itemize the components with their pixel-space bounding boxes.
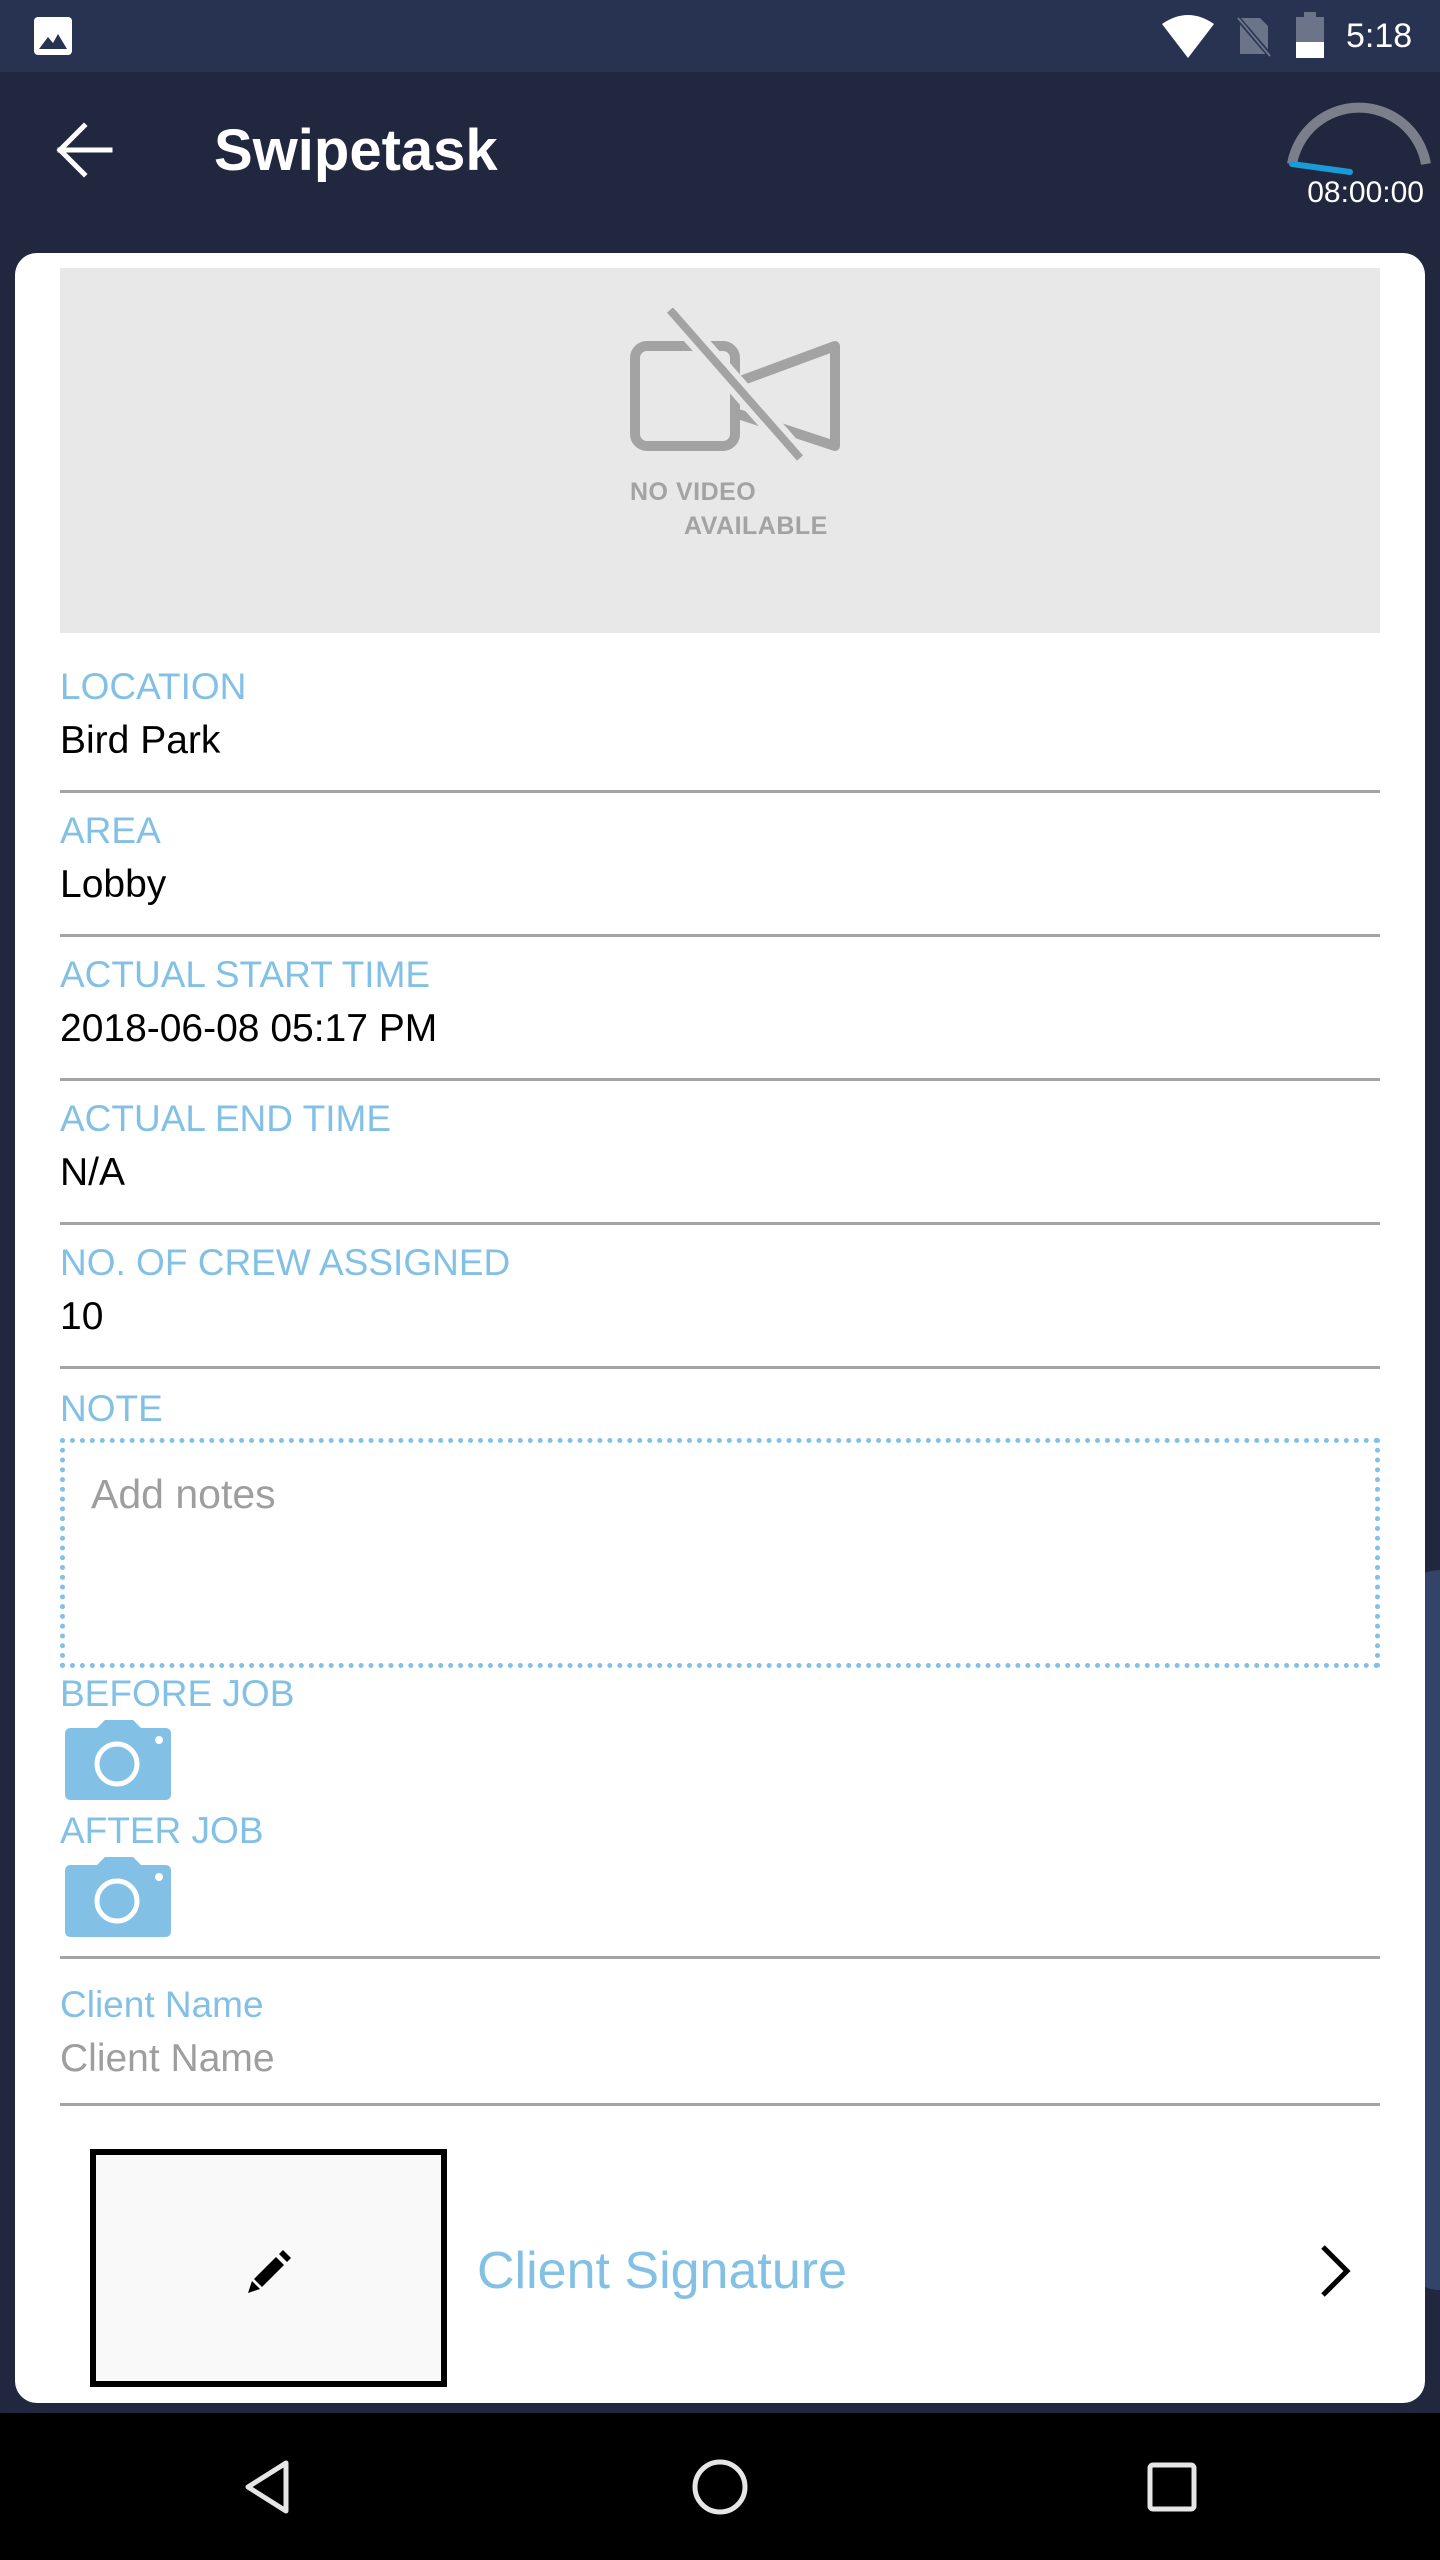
divider	[60, 934, 1380, 937]
divider	[60, 1956, 1380, 1959]
arrow-left-icon	[56, 122, 113, 178]
client-signature-row[interactable]: Client Signature	[15, 2133, 1425, 2403]
field-area: AREA Lobby	[60, 809, 1380, 937]
divider	[60, 1078, 1380, 1081]
nav-home-button[interactable]	[660, 2413, 780, 2560]
timer-readout: 08:00:00	[1307, 176, 1424, 209]
divider	[60, 790, 1380, 793]
no-sim-icon	[1236, 14, 1272, 58]
field-value: 2018-06-08 05:17 PM	[60, 1007, 438, 1050]
gallery-icon	[34, 17, 72, 55]
note-box	[60, 1438, 1380, 1668]
field-label: AREA	[60, 810, 161, 851]
nav-back-icon	[245, 2460, 289, 2514]
chevron-right-icon	[1321, 2245, 1351, 2297]
field-location: LOCATION Bird Park	[60, 665, 1380, 793]
task-detail-card: NO VIDEO AVAILABLE LOCATION Bird Park AR…	[15, 253, 1425, 2403]
divider	[60, 2103, 1380, 2106]
field-crew-assigned: NO. OF CREW ASSIGNED 10	[60, 1241, 1380, 1369]
pencil-icon	[248, 2250, 291, 2293]
client-name-input[interactable]: Client Name	[60, 2035, 1380, 2083]
field-label: LOCATION	[60, 666, 247, 707]
divider	[60, 1222, 1380, 1225]
field-client-name: Client Name Client Name	[60, 1983, 1380, 2106]
before-job-camera-button[interactable]	[65, 1720, 173, 1800]
field-value: 10	[60, 1295, 104, 1338]
field-label: Client Name	[60, 1984, 264, 2025]
field-value: Bird Park	[60, 719, 221, 762]
battery-icon	[1296, 12, 1324, 58]
video-player[interactable]: NO VIDEO AVAILABLE	[60, 268, 1380, 633]
after-job-label: AFTER JOB	[60, 1810, 264, 1851]
notes-input[interactable]	[91, 1471, 1349, 1635]
field-value: Lobby	[60, 863, 167, 906]
field-value: N/A	[60, 1151, 126, 1194]
divider	[60, 1366, 1380, 1369]
field-actual-end-time: ACTUAL END TIME N/A	[60, 1097, 1380, 1225]
field-label: ACTUAL END TIME	[60, 1098, 391, 1139]
nav-recents-button[interactable]	[1112, 2413, 1232, 2560]
gauge-icon	[1287, 102, 1431, 175]
clock: 5:18	[1346, 17, 1413, 55]
before-job-label: BEFORE JOB	[60, 1673, 295, 1714]
field-actual-start-time: ACTUAL START TIME 2018-06-08 05:17 PM	[60, 953, 1380, 1081]
client-signature-label: Client Signature	[477, 2242, 847, 2300]
app-bar: Swipetask 08:00:00	[0, 72, 1440, 253]
camera-icon	[65, 1720, 171, 1800]
signature-pad[interactable]	[90, 2149, 447, 2387]
wifi-icon	[1162, 15, 1214, 58]
page-title: Swipetask	[214, 118, 498, 183]
field-label: NO. OF CREW ASSIGNED	[60, 1242, 511, 1283]
nav-back-button[interactable]	[208, 2413, 328, 2560]
camera-icon	[65, 1857, 171, 1937]
note-label: NOTE	[60, 1388, 163, 1429]
no-video-line1: NO VIDEO	[630, 478, 757, 506]
no-video-text: NO VIDEO AVAILABLE	[630, 475, 828, 543]
nav-recents-icon	[1147, 2462, 1197, 2512]
system-nav-bar	[0, 2413, 1440, 2560]
after-job-camera-button[interactable]	[65, 1857, 173, 1937]
no-video-line2: AVAILABLE	[684, 512, 828, 540]
video-off-icon	[630, 308, 840, 463]
field-label: ACTUAL START TIME	[60, 954, 431, 995]
back-button[interactable]	[50, 122, 120, 178]
status-bar: 5:18	[0, 0, 1440, 72]
nav-home-icon	[692, 2459, 748, 2515]
